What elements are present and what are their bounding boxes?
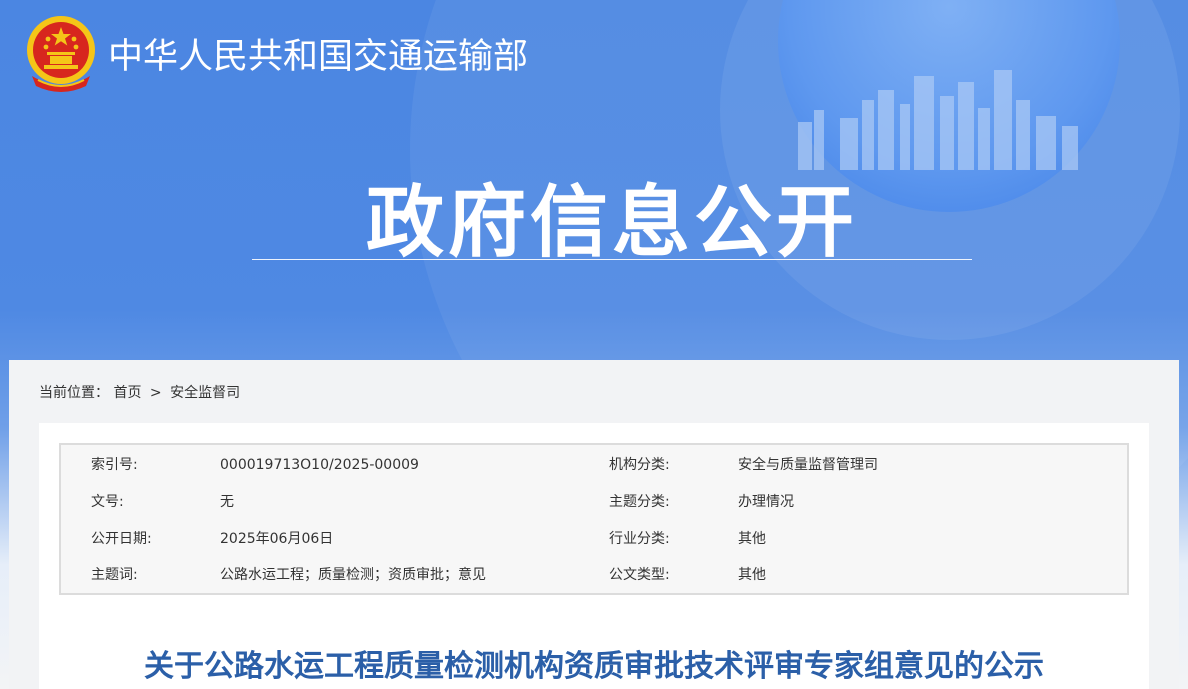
metadata-label: 公开日期: (91, 531, 152, 547)
main-content: 当前位置： 首页 > 安全监督司 索引号: 000019713O10/2025-… (9, 360, 1179, 689)
metadata-row: 索引号: 000019713O10/2025-00009 机构分类: 安全与质量… (61, 453, 1127, 477)
metadata-value: 公路水运工程；质量检测；资质审批；意见 (220, 567, 486, 583)
metadata-label: 主题分类: (609, 494, 670, 510)
breadcrumb-separator: > (149, 385, 162, 401)
breadcrumb-label: 当前位置： (39, 385, 109, 401)
metadata-row: 公开日期: 2025年06月06日 行业分类: 其他 (61, 527, 1127, 551)
metadata-value: 其他 (738, 567, 766, 583)
metadata-value: 000019713O10/2025-00009 (220, 457, 419, 473)
metadata-value: 其他 (738, 531, 766, 547)
breadcrumb-home-link[interactable]: 首页 (113, 385, 141, 401)
document-panel: 索引号: 000019713O10/2025-00009 机构分类: 安全与质量… (39, 423, 1149, 689)
metadata-label: 行业分类: (609, 531, 670, 547)
metadata-row: 主题词: 公路水运工程；质量检测；资质审批；意见 公文类型: 其他 (61, 563, 1127, 587)
metadata-label: 机构分类: (609, 457, 670, 473)
banner-title: 政府信息公开 (365, 178, 858, 268)
document-metadata-table: 索引号: 000019713O10/2025-00009 机构分类: 安全与质量… (59, 443, 1129, 595)
breadcrumb-current-link[interactable]: 安全监督司 (170, 385, 240, 401)
document-title: 关于公路水运工程质量检测机构资质审批技术评审专家组意见的公示 (144, 649, 1044, 684)
metadata-label: 索引号: (91, 457, 138, 473)
metadata-value: 办理情况 (738, 494, 794, 510)
metadata-label: 文号: (91, 494, 124, 510)
metadata-label: 主题词: (91, 567, 138, 583)
metadata-value: 无 (220, 494, 234, 510)
metadata-row: 文号: 无 主题分类: 办理情况 (61, 490, 1127, 514)
metadata-value: 安全与质量监督管理司 (738, 457, 878, 473)
metadata-label: 公文类型: (609, 567, 670, 583)
banner-title-underline (252, 259, 972, 260)
breadcrumb: 当前位置： 首页 > 安全监督司 (39, 382, 240, 402)
metadata-value: 2025年06月06日 (220, 531, 334, 547)
ministry-name: 中华人民共和国交通运输部 (108, 37, 529, 77)
national-emblem-icon (27, 16, 95, 92)
city-skyline-image (798, 70, 1078, 170)
